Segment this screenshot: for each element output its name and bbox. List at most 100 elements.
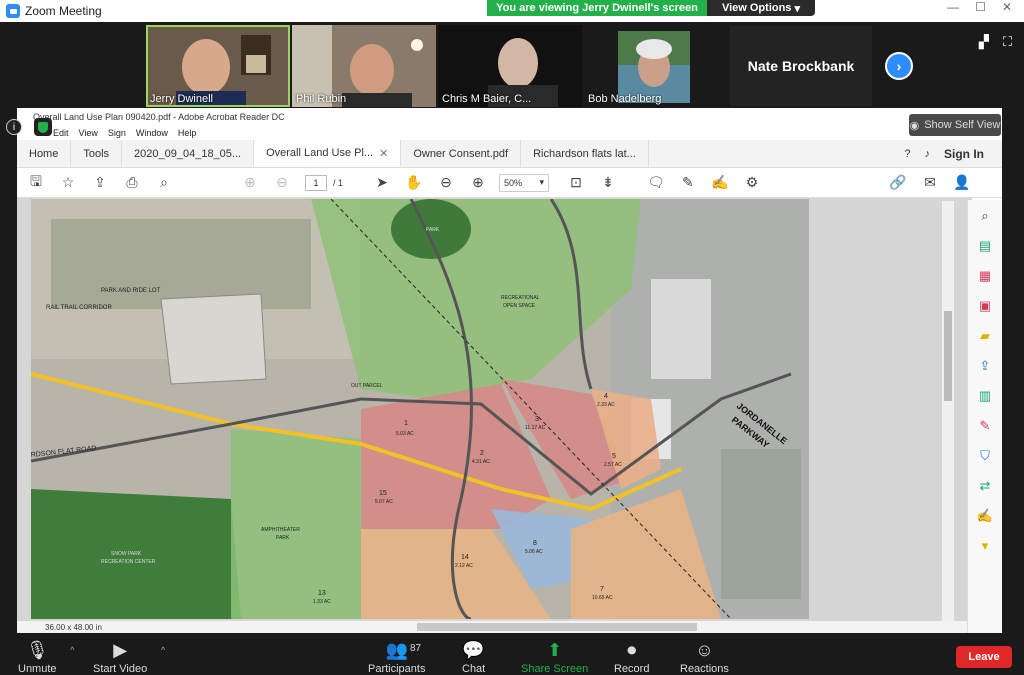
minimize-icon[interactable]: — <box>947 0 959 14</box>
scroll-mode-icon[interactable]: ⇟ <box>595 171 621 195</box>
video-off-icon: ▶ <box>113 640 128 660</box>
edit-tools-icon[interactable]: ⚙ <box>739 171 765 195</box>
document-area[interactable]: PARK AND RIDE LOT RAIL TRAIL CORRIDOR PA… <box>17 198 972 623</box>
menu-view[interactable]: View <box>79 128 98 138</box>
page-fit-icon[interactable]: ⊡ <box>563 171 589 195</box>
tab-label: Tools <box>83 147 110 160</box>
tab-home[interactable]: Home <box>17 140 72 167</box>
scroll-thumb[interactable] <box>944 311 952 401</box>
menu-edit[interactable]: Edit <box>53 128 69 138</box>
mic-muted-icon: 🎙 <box>25 640 49 660</box>
link-icon[interactable]: 🔗 <box>885 171 911 195</box>
reactions-button[interactable]: ☺ Reactions <box>680 639 729 675</box>
parcel-5-number: 5 <box>612 453 616 460</box>
horizontal-scrollbar[interactable] <box>417 623 697 631</box>
protect-icon[interactable]: ⛉ <box>980 448 990 464</box>
parcel-7-number: 7 <box>600 586 604 593</box>
chevron-down-icon: ▾ <box>794 2 801 15</box>
participant-name: Phil Rubin <box>296 93 347 105</box>
chevron-up-icon[interactable]: ^ <box>161 645 165 655</box>
gallery-next-button[interactable]: › <box>885 52 913 80</box>
create-pdf-icon[interactable]: ▤ <box>979 238 991 254</box>
maximize-icon[interactable]: ☐ <box>975 0 986 14</box>
menu-help[interactable]: Help <box>178 128 197 138</box>
video-tile-chris[interactable]: Chris M Baier, C... <box>438 25 582 107</box>
compress-icon[interactable]: ▥ <box>979 388 991 404</box>
add-user-icon[interactable]: 👤 <box>949 171 975 195</box>
send-track-icon[interactable]: ⇄ <box>980 478 991 494</box>
fullscreen-icon[interactable]: ⛶ <box>1003 34 1012 50</box>
acrobat-tools-pane: ⌕ ▤ ▦ ▣ ▰ ⇪ ▥ ✎ ⛉ ⇄ ✍ ▾ <box>967 200 1002 633</box>
shield-icon[interactable] <box>34 118 52 136</box>
upload-icon[interactable]: ⇪ <box>87 171 113 195</box>
video-tile-phil[interactable]: Phil Rubin <box>292 25 436 107</box>
bookmark-star-icon[interactable]: ☆ <box>55 171 81 195</box>
sign-tool-icon[interactable]: ✍ <box>977 508 993 524</box>
video-tile-bob[interactable]: Bob Nadelberg <box>584 25 728 107</box>
tab-bar-right: ? ♪ Sign In <box>904 140 1002 167</box>
label-rail-trail: RAIL TRAIL CORRIDOR <box>46 305 112 311</box>
page-up-icon[interactable]: ⊕ <box>237 171 263 195</box>
label-park: PARK <box>426 227 440 233</box>
comment-tool-icon[interactable]: ▰ <box>980 328 990 344</box>
video-tile-nate[interactable]: Nate Brockbank <box>730 26 872 106</box>
share-screen-label: Share Screen <box>521 663 589 675</box>
unmute-button[interactable]: 🎙 Unmute ^ <box>18 639 75 675</box>
hand-tool-icon[interactable]: ✋ <box>401 171 427 195</box>
record-button[interactable]: ⏺ Record <box>614 639 649 675</box>
draw-icon[interactable]: ✍ <box>707 171 733 195</box>
participant-count: 87 <box>410 643 422 654</box>
parcel-4-number: 4 <box>604 393 608 400</box>
help-icon[interactable]: ? <box>904 148 910 160</box>
parcel-14-area: 2.12 AC <box>455 563 473 569</box>
tab-document-2[interactable]: Overall Land Use Pl... ✕ <box>254 140 402 167</box>
bell-icon[interactable]: ♪ <box>925 148 931 160</box>
zoom-select[interactable]: 50% ▾ <box>499 173 550 192</box>
tab-tools[interactable]: Tools <box>71 140 123 167</box>
save-icon[interactable]: 🖫 <box>23 171 49 195</box>
page-down-icon[interactable]: ⊖ <box>269 171 295 195</box>
page-number-input[interactable]: 1 <box>305 174 327 191</box>
info-icon[interactable]: i <box>6 119 22 135</box>
parcel-14-number: 14 <box>461 554 469 561</box>
parcel-8-number: 8 <box>533 540 537 547</box>
close-icon[interactable]: ✕ <box>1002 0 1012 14</box>
view-options-button[interactable]: View Options ▾ <box>707 0 815 16</box>
share-screen-button[interactable]: ⬆ Share Screen <box>521 639 588 675</box>
more-tools-icon[interactable]: ▾ <box>982 538 989 554</box>
leave-button[interactable]: Leave <box>956 646 1012 668</box>
fill-sign-icon[interactable]: ✎ <box>980 418 991 434</box>
participant-name: Chris M Baier, C... <box>442 93 532 105</box>
zoom-in-icon[interactable]: ⊕ <box>465 171 491 195</box>
chat-icon: 💬 <box>462 640 485 660</box>
zoom-out-icon[interactable]: ⊖ <box>433 171 459 195</box>
chat-button[interactable]: 💬 Chat <box>462 639 485 675</box>
comment-icon[interactable]: 🗨 <box>643 171 669 195</box>
menu-sign[interactable]: Sign <box>108 128 126 138</box>
layout-icon[interactable]: ▞ <box>979 34 989 50</box>
menu-window[interactable]: Window <box>136 128 168 138</box>
chevron-up-icon[interactable]: ^ <box>70 645 74 655</box>
mail-icon[interactable]: ✉ <box>917 171 943 195</box>
tab-document-3[interactable]: Owner Consent.pdf <box>401 140 522 167</box>
label-park-ride: PARK AND RIDE LOT <box>101 288 161 294</box>
zoom-tool-icon[interactable]: ⌕ <box>981 208 988 224</box>
tab-document-4[interactable]: Richardson flats lat... <box>521 140 649 167</box>
highlight-icon[interactable]: ✎ <box>675 171 701 195</box>
acrobat-status-bar: 36.00 x 48.00 in <box>17 621 967 633</box>
select-cursor-icon[interactable]: ➤ <box>369 171 395 195</box>
start-video-button[interactable]: ▶ Start Video ^ <box>93 639 165 675</box>
share-tool-icon[interactable]: ⇪ <box>980 358 991 374</box>
print-icon[interactable]: ⎙ <box>119 171 145 195</box>
sign-in-button[interactable]: Sign In <box>944 147 984 161</box>
vertical-scrollbar[interactable] <box>942 201 954 621</box>
chevron-right-icon: › <box>896 58 902 74</box>
parcel-2-number: 2 <box>480 450 484 457</box>
video-tile-jerry[interactable]: Jerry Dwinell <box>146 25 290 107</box>
show-self-view-button[interactable]: ◉ Show Self View <box>909 114 1001 136</box>
tab-document-1[interactable]: 2020_09_04_18_05... <box>122 140 255 167</box>
search-icon[interactable]: ⌕ <box>151 171 177 195</box>
export-pdf-icon[interactable]: ▣ <box>979 298 991 314</box>
organize-pages-icon[interactable]: ▦ <box>979 268 991 284</box>
close-tab-icon[interactable]: ✕ <box>379 147 388 160</box>
